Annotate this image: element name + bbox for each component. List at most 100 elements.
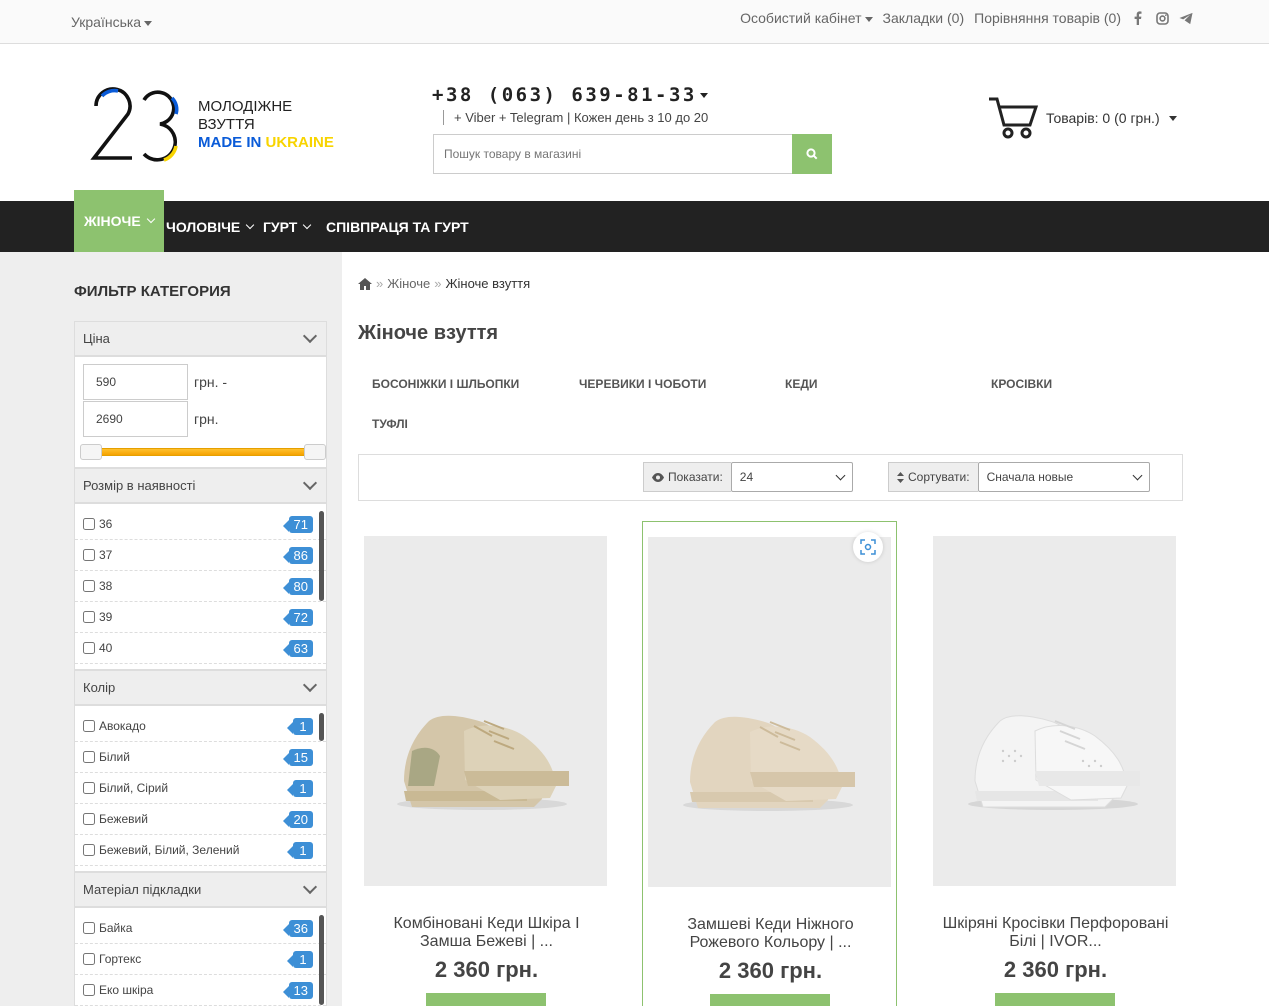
filter-option-label[interactable]: Еко шкіра [83,983,153,997]
lining-scrollbar[interactable] [319,915,324,1005]
product-image[interactable] [933,536,1176,886]
filter-option-label[interactable]: Бежевий [83,812,148,826]
price-filter-header[interactable]: Ціна [75,322,326,357]
filter-checkbox[interactable] [83,751,95,763]
filter-checkbox[interactable] [83,518,95,530]
filter-checkbox[interactable] [83,642,95,654]
product-image[interactable] [648,537,891,887]
subcategory-link[interactable]: Черевики і чоботи [579,377,706,391]
bookmarks-link[interactable]: Закладки (0) [883,10,965,26]
nav-label: Чоловіче [166,218,241,235]
buy-button[interactable] [995,993,1115,1006]
breadcrumb-link-women[interactable]: Жіноче [387,276,430,291]
filter-checkbox[interactable] [83,580,95,592]
price-max-row: грн. [83,401,219,437]
color-scrollbar[interactable] [319,713,324,741]
breadcrumb-current: Жіноче взуття [445,276,531,291]
main-nav: Жіноче Чоловіче Гурт Співпраця та гурт [0,190,1269,252]
filter-option-label[interactable]: Білий [83,750,130,764]
filter-checkbox[interactable] [83,782,95,794]
phone-number[interactable]: +38 (063) 639-81-33 [432,84,708,106]
filter-option-label[interactable]: Бежевий, Білий, Зелений [83,843,239,857]
product-card[interactable]: Замшеві Кеди Ніжного Рожевого Кольору | … [642,521,897,1006]
price-min-unit: грн. - [194,374,228,390]
count-badge: 15 [282,748,313,766]
size-scrollbar[interactable] [319,511,324,601]
size-filter-header[interactable]: Розмір в наявності [75,469,326,504]
filter-option-label[interactable]: 38 [83,579,112,593]
subcategory-link[interactable]: Туфлі [372,417,408,431]
option-text: 40 [99,641,113,655]
compare-link[interactable]: Порівняння товарів (0) [974,10,1121,26]
price-max-input[interactable] [83,401,188,437]
filter-option-label[interactable]: 36 [83,517,112,531]
nav-item-women[interactable]: Жіноче [74,190,164,252]
filter-option-label[interactable]: 37 [83,548,112,562]
product-name[interactable]: Шкіряні Кросівки Перфоровані Білі | IVOR… [938,915,1173,951]
filter-option-label[interactable]: 40 [83,641,112,655]
count-badge: 71 [282,515,313,533]
product-name[interactable]: Комбіновані Кеди Шкіра І Замша Бежеві | … [369,915,604,951]
facebook-icon[interactable] [1131,11,1145,25]
home-icon[interactable] [358,277,372,290]
contact-hours: + Viber + Telegram | Кожен день з 10 до … [443,110,708,125]
product-price: 2 360 грн. [1003,957,1108,982]
chevron-down-icon [302,879,318,894]
sort-label-text: Сортувати: [908,470,970,484]
product-card[interactable]: Шкіряні Кросівки Перфоровані Білі | IVOR… [928,521,1183,1006]
language-selector[interactable]: Українська [71,14,153,30]
filter-option-label[interactable]: 39 [83,610,112,624]
show-count-select[interactable]: 24 [730,462,853,492]
price-min-row: грн. - [83,364,227,400]
sort-select[interactable]: Сначала новые [977,462,1150,492]
filter-option: Авокадо 1 [75,711,326,742]
logo-mark-icon [90,87,179,162]
filter-checkbox[interactable] [83,953,95,965]
product-card[interactable]: Комбіновані Кеди Шкіра І Замша Бежеві | … [359,521,614,1006]
filter-checkbox[interactable] [83,984,95,996]
zoom-icon[interactable] [853,532,883,562]
chevron-down-icon [302,475,318,490]
filter-checkbox[interactable] [83,720,95,732]
price-slider-handle-min[interactable] [80,444,102,460]
buy-button[interactable] [710,994,830,1006]
logo[interactable]: МОЛОДІЖНЕ ВЗУТТЯ MADE IN UKRAINE [88,86,348,166]
lining-filter-header[interactable]: Матеріал підкладки [75,873,326,908]
price-range-slider[interactable] [80,444,326,460]
search-input[interactable] [433,134,792,174]
product-price: 2 360 грн. [718,958,823,983]
search-icon [806,148,818,160]
filter-checkbox[interactable] [83,922,95,934]
product-image[interactable] [364,536,607,886]
filter-option: 36 71 [75,509,326,540]
subcategory-link[interactable]: Кросівки [991,377,1052,391]
subcategory-link[interactable]: Кеди [785,377,818,391]
filter-option-label[interactable]: Гортекс [83,952,141,966]
filter-checkbox[interactable] [83,611,95,623]
filter-option-label[interactable]: Авокадо [83,719,146,733]
color-options: Авокадо 1 Білий 15 Білий, Сірий 1 Бежевий 20… [75,706,326,866]
product-name[interactable]: Замшеві Кеди Ніжного Рожевого Кольору | … [653,916,888,952]
cart-button[interactable]: Товарів: 0 (0 грн.) [988,96,1177,140]
option-text: 37 [99,548,113,562]
search-button[interactable] [792,134,832,174]
filter-checkbox[interactable] [83,813,95,825]
nav-item-men[interactable]: Чоловіче [166,201,255,252]
subcategory-link[interactable]: Босоніжки і шльопки [372,377,519,391]
nav-item-wholesale[interactable]: Гурт [263,201,312,252]
color-filter-header[interactable]: Колір [75,671,326,706]
buy-button[interactable] [426,993,546,1006]
account-link[interactable]: Особистий кабінет [740,10,873,26]
nav-item-cooperation[interactable]: Співпраця та гурт [326,201,469,252]
chevron-down-icon [144,20,153,26]
filter-checkbox[interactable] [83,549,95,561]
price-slider-handle-max[interactable] [304,444,326,460]
nav-label: Гурт [263,218,298,235]
telegram-icon[interactable] [1179,11,1193,25]
product-price: 2 360 грн. [434,957,539,982]
instagram-icon[interactable] [1155,11,1169,25]
price-min-input[interactable] [83,364,188,400]
filter-option-label[interactable]: Білий, Сірий [83,781,168,795]
filter-option-label[interactable]: Байка [83,921,132,935]
filter-checkbox[interactable] [83,844,95,856]
